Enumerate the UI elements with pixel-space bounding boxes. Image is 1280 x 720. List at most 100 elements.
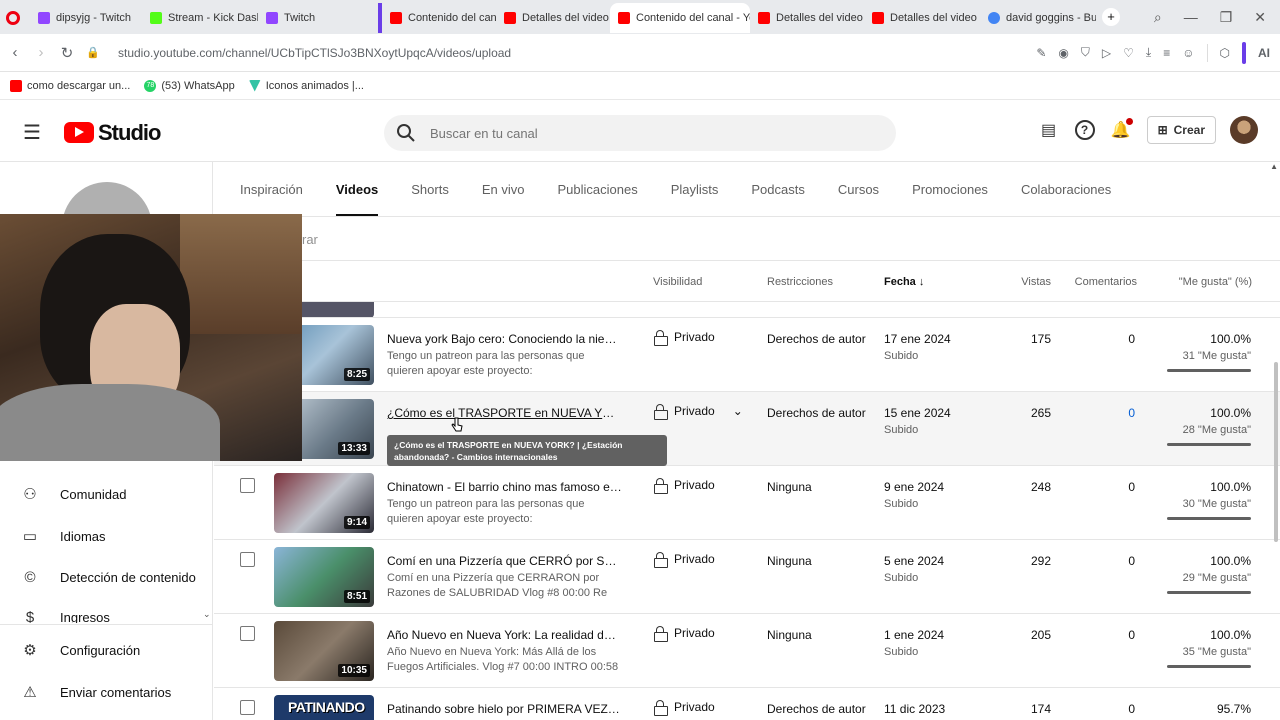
restriction-value[interactable]: Derechos de autor <box>767 406 866 420</box>
visibility-select[interactable]: Privado ⌄ <box>654 404 743 420</box>
create-button[interactable]: ⊞ Crear <box>1146 116 1216 144</box>
play-icon[interactable]: ▷ <box>1102 46 1111 60</box>
tab-collaborations[interactable]: Colaboraciones <box>1021 182 1111 216</box>
messages-icon[interactable]: ▤ <box>1037 118 1061 142</box>
table-row[interactable]: 9:14 Chinatown - El barrio chino mas fam… <box>214 466 1280 540</box>
tab-inspiration[interactable]: Inspiración <box>240 182 303 216</box>
notifications-icon[interactable]: 🔔 <box>1109 118 1133 142</box>
scrollbar[interactable] <box>1274 362 1278 542</box>
bookmark-item[interactable]: como descargar un... <box>10 79 130 92</box>
video-thumbnail[interactable]: 9:14 <box>274 473 374 533</box>
sidebar-item-content-detection[interactable]: © Detección de contenido <box>20 569 195 586</box>
sidebar-item-settings[interactable]: ⚙ Configuración <box>20 641 140 659</box>
visibility-select[interactable]: Privado <box>654 478 715 494</box>
header-comments[interactable]: Comentarios <box>1075 276 1137 288</box>
tab-videos[interactable]: Videos <box>335 182 379 216</box>
header-restrictions[interactable]: Restricciones <box>767 276 833 288</box>
studio-logo[interactable]: Studio <box>64 120 161 146</box>
browser-tab[interactable]: Stream - Kick Dashb <box>142 3 258 33</box>
filter-input[interactable]: rar <box>302 232 318 247</box>
video-title[interactable]: Comí en una Pizzería que CERRÓ por SALUB… <box>387 554 622 568</box>
camera-icon[interactable]: ◉ <box>1058 46 1068 60</box>
search-tabs-icon[interactable]: ⌕ <box>1154 9 1162 26</box>
row-checkbox[interactable] <box>240 626 255 641</box>
tab-promotions[interactable]: Promociones <box>912 182 988 216</box>
avatar[interactable] <box>1230 116 1258 144</box>
tab-podcasts[interactable]: Podcasts <box>751 182 804 216</box>
visibility-select[interactable]: Privado <box>654 700 715 716</box>
table-row[interactable]: 8:25 Nueva york Bajo cero: Conociendo la… <box>214 318 1280 392</box>
restriction-value[interactable]: Derechos de autor <box>767 702 866 716</box>
restriction-value[interactable]: Derechos de autor <box>767 332 866 346</box>
video-thumbnail[interactable]: 10:35 <box>274 621 374 681</box>
forward-icon[interactable]: › <box>28 44 54 61</box>
download-icon[interactable]: ⤓ <box>1146 45 1151 60</box>
header-visibility[interactable]: Visibilidad <box>653 276 702 288</box>
table-row[interactable]: 13:33 ¿Cómo es el TRASPORTE en NUEVA YOR… <box>214 392 1280 466</box>
table-row[interactable]: PATINANDO Patinando sobre hielo por PRIM… <box>214 688 1280 720</box>
visibility-select[interactable]: Privado <box>654 626 715 642</box>
cube-icon[interactable]: ⬡ <box>1220 46 1230 60</box>
tab-playlists[interactable]: Playlists <box>671 182 719 216</box>
minimize-icon[interactable]: — <box>1184 9 1198 25</box>
tab-shorts[interactable]: Shorts <box>411 182 449 216</box>
reload-icon[interactable]: ↻ <box>54 44 80 62</box>
close-icon[interactable]: ✕ <box>1254 9 1266 26</box>
video-title[interactable]: Nueva york Bajo cero: Conociendo la niev… <box>387 332 622 346</box>
video-title[interactable]: ¿Cómo es el TRASPORTE en NUEVA YORK? | ¿… <box>387 406 622 420</box>
restriction-value[interactable]: Ninguna <box>767 480 812 494</box>
comments-value[interactable]: 0 <box>1128 406 1135 420</box>
browser-tab[interactable]: david goggins - Bus <box>980 3 1096 33</box>
chevron-down-icon[interactable]: ⌄ <box>733 404 743 418</box>
table-row[interactable]: 8:51 Comí en una Pizzería que CERRÓ por … <box>214 540 1280 614</box>
settings-icon[interactable]: ≡ <box>1163 46 1170 60</box>
scroll-up-icon[interactable]: ▲ <box>1270 162 1278 171</box>
header-views[interactable]: Vistas <box>1021 276 1051 288</box>
row-checkbox[interactable] <box>240 700 255 715</box>
search-input[interactable] <box>430 125 830 141</box>
sidebar-item-community[interactable]: ⚇ Comunidad <box>20 485 126 503</box>
search-box[interactable] <box>384 115 896 151</box>
bookmark-item[interactable]: 78 (53) WhatsApp <box>144 79 235 92</box>
browser-tab[interactable]: Detalles del video <box>864 3 980 33</box>
sidebar-item-languages[interactable]: ▭ Idiomas <box>20 527 106 545</box>
restriction-value[interactable]: Ninguna <box>767 554 812 568</box>
video-title[interactable]: Patinando sobre hielo por PRIMERA VEZ en… <box>387 702 622 716</box>
browser-tab[interactable]: Detalles del video <box>496 3 610 33</box>
edit-icon[interactable]: ✎ <box>1036 46 1046 60</box>
opera-menu-icon[interactable] <box>0 3 30 33</box>
browser-tab[interactable]: Twitch <box>258 3 378 33</box>
bookmark-item[interactable]: Iconos animados |... <box>248 79 364 92</box>
restore-icon[interactable]: ❐ <box>1220 9 1233 26</box>
table-row[interactable]: 10:35 Año Nuevo en Nueva York: La realid… <box>214 614 1280 688</box>
header-likes[interactable]: "Me gusta" (%) <box>1179 276 1252 288</box>
sidebar-item-feedback[interactable]: ⚠ Enviar comentarios <box>20 683 171 701</box>
new-tab-icon[interactable]: + <box>1102 8 1120 26</box>
tab-courses[interactable]: Cursos <box>838 182 879 216</box>
chevron-down-icon[interactable]: ⌄ <box>203 609 211 620</box>
row-checkbox[interactable] <box>240 478 255 493</box>
ai-button[interactable]: AI <box>1258 46 1270 60</box>
header-date[interactable]: Fecha ↓ <box>884 276 924 288</box>
row-checkbox[interactable] <box>240 552 255 567</box>
heart-icon[interactable]: ♡ <box>1123 46 1134 60</box>
browser-tab[interactable]: Contenido del canal <box>378 3 496 33</box>
browser-tab-active[interactable]: Contenido del canal - You <box>610 3 750 33</box>
profile-icon[interactable]: ☺ <box>1182 46 1194 60</box>
help-icon[interactable]: ? <box>1074 120 1095 140</box>
shield-icon[interactable]: ⛉ <box>1081 45 1090 60</box>
back-icon[interactable]: ‹ <box>2 44 28 61</box>
video-title[interactable]: Año Nuevo en Nueva York: La realidad de … <box>387 628 622 642</box>
tab-live[interactable]: En vivo <box>482 182 525 216</box>
sidebar-item-earn[interactable]: $ Ingresos <box>20 611 110 623</box>
browser-tab[interactable]: dipsyjg - Twitch <box>30 3 142 33</box>
tab-posts[interactable]: Publicaciones <box>557 182 637 216</box>
video-thumbnail[interactable]: 8:51 <box>274 547 374 607</box>
browser-tab[interactable]: Detalles del video <box>750 3 864 33</box>
visibility-select[interactable]: Privado <box>654 552 715 568</box>
restriction-value[interactable]: Ninguna <box>767 628 812 642</box>
table-row[interactable] <box>214 302 1280 318</box>
video-thumbnail[interactable]: PATINANDO <box>274 695 374 720</box>
visibility-select[interactable]: Privado <box>654 330 715 346</box>
video-title[interactable]: Chinatown - El barrio chino mas famoso e… <box>387 480 622 494</box>
